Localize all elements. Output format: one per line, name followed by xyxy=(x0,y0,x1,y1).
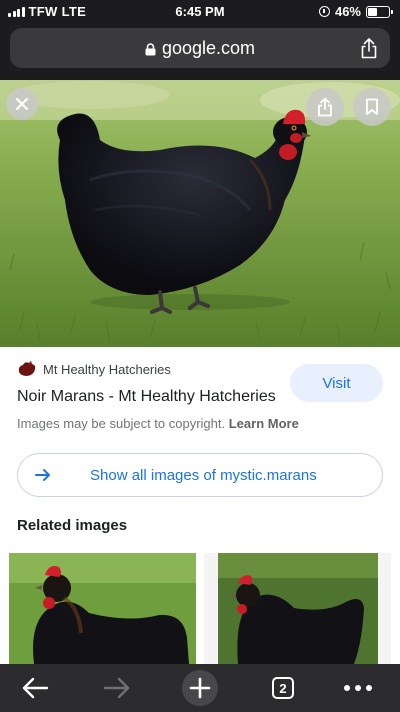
related-images-heading: Related images xyxy=(17,517,128,534)
related-image-1[interactable] xyxy=(9,553,196,664)
tab-count: 2 xyxy=(272,677,294,699)
back-button[interactable] xyxy=(13,670,57,706)
copyright-notice: Images may be subject to copyright. Lear… xyxy=(17,416,299,431)
new-tab-circle xyxy=(182,670,218,706)
share-image-button[interactable] xyxy=(306,88,344,126)
related-hen-photo-1 xyxy=(9,553,196,664)
show-all-label: Show all images of mystic.marans xyxy=(90,467,317,484)
url-display[interactable]: google.com xyxy=(10,38,390,59)
battery-icon xyxy=(366,5,393,18)
learn-more-link[interactable]: Learn More xyxy=(229,416,299,431)
hen-photo xyxy=(0,80,400,347)
lock-icon xyxy=(145,43,156,56)
url-bar[interactable]: google.com xyxy=(10,28,390,68)
close-button[interactable] xyxy=(6,88,38,120)
related-hen-photo-2 xyxy=(204,553,391,664)
share-icon[interactable] xyxy=(360,37,378,59)
hero-image[interactable] xyxy=(0,80,400,347)
hatchery-logo-icon xyxy=(18,361,36,376)
alarm-icon xyxy=(318,6,330,17)
more-dots-icon xyxy=(344,685,372,691)
image-title[interactable]: Noir Marans - Mt Healthy Hatcheries xyxy=(17,388,276,406)
share-icon xyxy=(318,97,332,117)
source-row[interactable]: Mt Healthy Hatcheries xyxy=(17,360,171,378)
show-all-images-button[interactable]: Show all images of mystic.marans xyxy=(17,453,383,497)
bottom-toolbar: 2 xyxy=(0,664,400,712)
forward-arrow-icon xyxy=(103,677,130,699)
forward-button[interactable] xyxy=(95,670,139,706)
browser-top: google.com xyxy=(0,24,400,80)
source-name: Mt Healthy Hatcheries xyxy=(43,361,171,377)
url-text: google.com xyxy=(161,38,256,58)
visit-button[interactable]: Visit xyxy=(290,364,383,402)
back-arrow-icon xyxy=(22,677,49,699)
arrow-right-icon xyxy=(35,469,50,481)
bookmark-button[interactable] xyxy=(353,88,391,126)
tab-switcher-button[interactable]: 2 xyxy=(261,670,305,706)
plus-icon xyxy=(189,677,211,699)
new-tab-button[interactable] xyxy=(178,670,222,706)
close-icon xyxy=(15,97,29,111)
battery-percent: 46% xyxy=(334,4,361,19)
status-right: 46% xyxy=(318,4,393,19)
battery-fill xyxy=(368,7,378,16)
copyright-text: Images may be subject to copyright. xyxy=(17,416,226,431)
bookmark-icon xyxy=(366,98,378,115)
more-menu-button[interactable] xyxy=(336,670,380,706)
related-image-2[interactable] xyxy=(204,553,391,664)
status-bar: TFW LTE 6:45 PM 46% xyxy=(0,0,400,24)
